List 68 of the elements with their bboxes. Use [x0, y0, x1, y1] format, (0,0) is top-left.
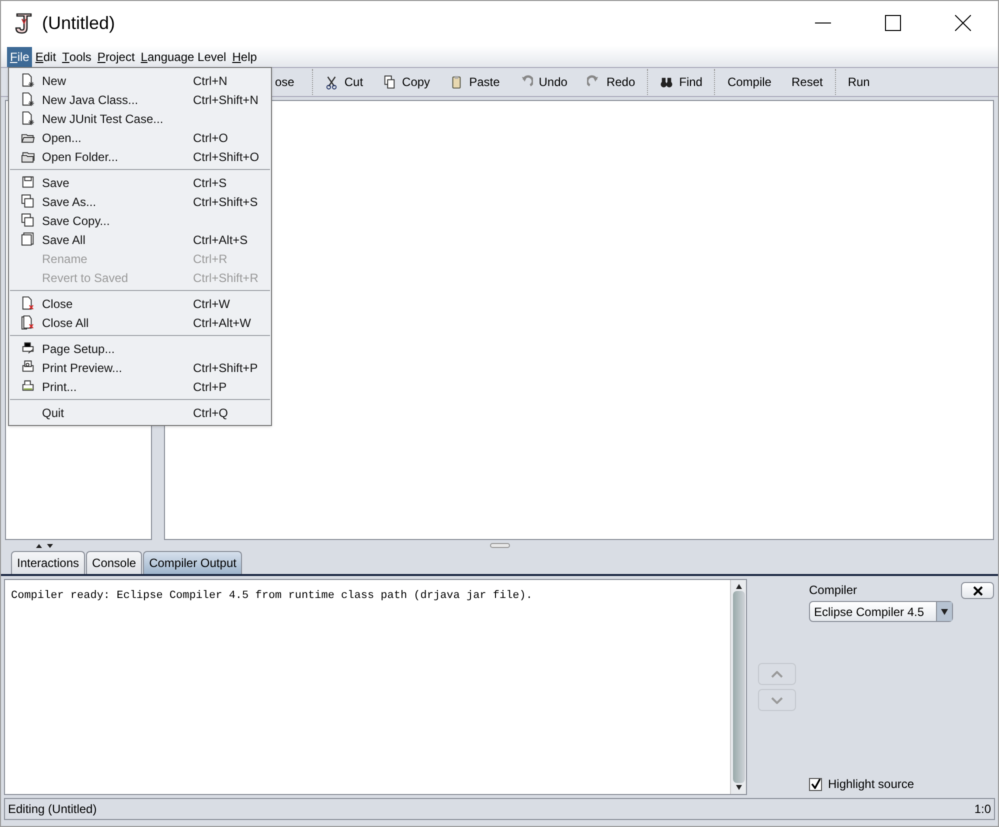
undo-icon [520, 74, 533, 90]
scroll-down-icon[interactable] [736, 785, 742, 790]
toolbar-button[interactable]: Cut [315, 69, 374, 95]
menu-entry[interactable]: Open Folder... Ctrl+Shift+O [9, 147, 271, 166]
page-setup-icon [21, 341, 35, 356]
menu-item[interactable]: Edit [32, 47, 60, 67]
toolbar-button[interactable]: Find [650, 69, 712, 95]
compiler-dropdown[interactable]: Eclipse Compiler 4.5 [809, 601, 953, 622]
menu-item[interactable]: Tools [59, 47, 94, 67]
menu-entry[interactable]: Close All Ctrl+Alt+W [9, 313, 271, 332]
menu-entry[interactable]: New Java Class... Ctrl+Shift+N [9, 90, 271, 109]
toolbar-button[interactable]: Copy [373, 69, 440, 95]
compiler-label: Compiler [809, 582, 858, 599]
scissors-icon [325, 74, 338, 90]
toolbar-button[interactable]: ose [275, 69, 310, 95]
new-file-icon [21, 92, 35, 107]
toolbar-button[interactable]: Redo [577, 69, 646, 95]
status-text: Editing (Untitled) [8, 801, 97, 818]
floppy-disks-icon [21, 213, 35, 228]
close-files-icon [21, 315, 35, 330]
menu-entry[interactable]: Save All Ctrl+Alt+S [9, 230, 271, 249]
menu-entry[interactable]: Print Preview... Ctrl+Shift+P [9, 358, 271, 377]
chevron-up-icon [771, 670, 783, 678]
close-icon[interactable] [955, 15, 971, 31]
menu-entry[interactable]: Save Ctrl+S [9, 173, 271, 192]
toolbar-button[interactable]: Paste [440, 69, 510, 95]
close-panel-button[interactable] [961, 582, 994, 599]
floppy-disks-icon [21, 194, 35, 209]
menu-item[interactable]: File [7, 47, 32, 67]
redo-icon [587, 74, 600, 90]
menu-entry[interactable]: New Ctrl+N [9, 71, 271, 90]
toolbar-button[interactable]: Reset [781, 69, 833, 95]
menu-entry[interactable]: Print... Ctrl+P [9, 377, 271, 396]
menu-item[interactable]: Project [94, 47, 138, 67]
copy-icon [383, 74, 396, 90]
new-file-icon [21, 111, 35, 126]
menu-entry[interactable]: Page Setup... [9, 339, 271, 358]
output-text: Compiler ready: Eclipse Compiler 4.5 from runtime class path (drjava jar file). [10, 589, 534, 604]
close-icon [972, 586, 982, 596]
highlight-source-label: Highlight source [828, 776, 914, 793]
chevron-down-icon [771, 696, 783, 704]
menu-item[interactable]: Language Level [138, 47, 230, 67]
floppy-disks-icon [21, 232, 35, 247]
menu-entry[interactable]: Close Ctrl+W [9, 294, 271, 313]
panel-tab[interactable]: Interactions [11, 551, 86, 574]
menu-entry[interactable]: Quit Ctrl+Q [9, 403, 271, 422]
cursor-position: 1:0 [974, 801, 991, 818]
new-file-icon [21, 73, 35, 88]
expand-arrows-icon[interactable] [35, 543, 55, 549]
scrollbar[interactable] [730, 580, 746, 794]
menu-entry[interactable]: Open... Ctrl+O [9, 128, 271, 147]
window-title: (Untitled) [42, 12, 116, 35]
splitter-handle[interactable] [490, 543, 510, 548]
highlight-source-checkbox[interactable] [809, 778, 822, 790]
menu-item[interactable]: Help [229, 47, 260, 67]
scroll-thumb[interactable] [732, 591, 744, 783]
maximize-icon[interactable] [885, 15, 901, 31]
clipboard-icon [450, 74, 464, 90]
menu-entry[interactable]: New JUnit Test Case... [9, 109, 271, 128]
menu-entry[interactable]: Save As... Ctrl+Shift+S [9, 192, 271, 211]
toolbar-button[interactable]: Run [838, 69, 880, 95]
panel-tab[interactable]: Compiler Output [143, 551, 242, 574]
close-file-icon [21, 296, 35, 311]
scroll-up-icon[interactable] [736, 584, 742, 589]
panel-tab[interactable]: Console [86, 551, 142, 574]
toolbar-button[interactable]: Compile [717, 69, 782, 95]
toolbar-button[interactable]: Undo [510, 69, 578, 95]
menu-entry[interactable]: Save Copy... [9, 211, 271, 230]
